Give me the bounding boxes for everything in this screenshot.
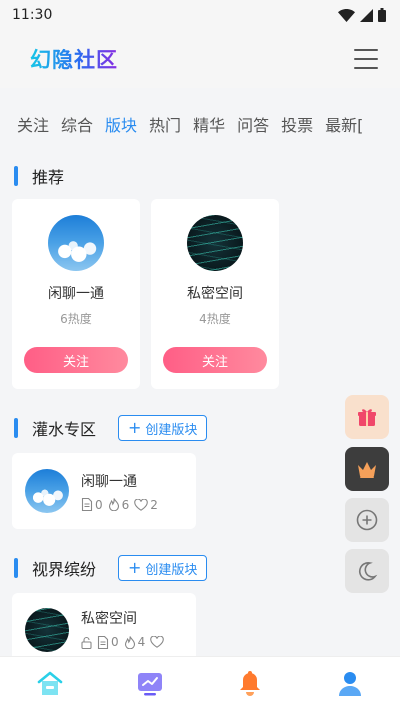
- section-bar: [14, 418, 18, 438]
- flame-icon: [108, 498, 119, 511]
- trend-icon: [138, 673, 162, 696]
- night-mode-button[interactable]: [345, 549, 389, 593]
- board-stats: 0 6 2: [81, 498, 158, 512]
- create-board-button[interactable]: + 创建版块: [118, 415, 208, 441]
- posts-stat: 0: [81, 498, 103, 512]
- menu-icon[interactable]: [354, 49, 378, 69]
- tab-hot[interactable]: 热门: [149, 112, 181, 148]
- board-card[interactable]: 私密空间 0 4: [12, 593, 196, 656]
- heart-icon: [134, 498, 149, 511]
- section-title: 视界缤纷: [32, 560, 97, 579]
- tab-vote[interactable]: 投票: [281, 112, 313, 148]
- sky-avatar-icon: [25, 469, 69, 513]
- board-heat: 4热度: [199, 312, 231, 326]
- document-icon: [81, 498, 93, 511]
- board-name: 闲聊一通: [48, 286, 104, 302]
- section-title: 推荐: [32, 168, 65, 187]
- user-icon: [339, 672, 361, 696]
- plus-circle-icon: [356, 509, 378, 531]
- board-info: 私密空间 0 4: [81, 608, 166, 649]
- dark-lines-avatar-icon: [187, 215, 243, 271]
- section-vision: 视界缤纷 + 创建版块: [14, 555, 208, 581]
- follow-button[interactable]: 关注: [24, 347, 128, 373]
- nav-trend[interactable]: [130, 664, 170, 704]
- tab-follow[interactable]: 关注: [17, 112, 49, 148]
- board-stats: 0 4: [81, 635, 166, 649]
- create-board-button[interactable]: + 创建版块: [118, 555, 208, 581]
- likes-stat: [150, 636, 166, 648]
- wifi-icon: [338, 8, 355, 22]
- crown-button[interactable]: [345, 447, 389, 491]
- crown-icon: [358, 462, 376, 478]
- lock-stat: [81, 636, 92, 649]
- document-icon: [97, 635, 109, 649]
- tab-qa[interactable]: 问答: [237, 112, 269, 148]
- dark-lines-avatar-icon: [25, 608, 69, 652]
- heart-icon: [150, 636, 165, 648]
- section-bar: [14, 166, 18, 186]
- nav-notifications[interactable]: [230, 664, 270, 704]
- flame-icon: [124, 635, 135, 649]
- status-bar: 11:30: [0, 0, 400, 30]
- board-name: 私密空间: [81, 611, 137, 627]
- lock-icon: [81, 636, 92, 649]
- board-name: 私密空间: [187, 286, 243, 302]
- section-bar: [14, 558, 18, 578]
- recommend-card[interactable]: 闲聊一通 6热度 关注: [12, 199, 140, 389]
- board-heat: 6热度: [60, 312, 92, 326]
- tab-featured[interactable]: 精华: [193, 112, 225, 148]
- battery-icon: [378, 8, 386, 22]
- brand-logo: 幻隐社区: [30, 44, 118, 74]
- category-tabs: 关注 综合 版块 热门 精华 问答 投票 最新[: [0, 112, 400, 148]
- tab-latest[interactable]: 最新[: [325, 112, 363, 148]
- board-card[interactable]: 闲聊一通 0 6 2: [12, 453, 196, 529]
- gift-button[interactable]: [345, 395, 389, 439]
- create-board-label: 创建版块: [145, 562, 198, 578]
- moon-icon: [358, 562, 378, 581]
- nav-home[interactable]: [30, 664, 70, 704]
- section-title: 灌水专区: [32, 420, 97, 439]
- section-recommend: 推荐: [14, 164, 64, 188]
- gift-icon: [358, 409, 376, 426]
- section-water: 灌水专区 + 创建版块: [14, 415, 208, 441]
- board-name: 闲聊一通: [81, 473, 137, 490]
- bell-icon: [240, 671, 260, 696]
- sky-avatar-icon: [48, 215, 104, 271]
- recommend-card[interactable]: 私密空间 4热度 关注: [151, 199, 279, 389]
- signal-icon: [360, 8, 373, 22]
- posts-stat: 0: [97, 635, 119, 649]
- bottom-nav: [0, 656, 400, 711]
- status-icons: [338, 8, 386, 22]
- tab-boards[interactable]: 版块: [105, 112, 137, 148]
- create-board-label: 创建版块: [145, 422, 198, 438]
- follow-button[interactable]: 关注: [163, 347, 267, 373]
- plus-icon: +: [128, 418, 142, 437]
- likes-stat: 2: [134, 498, 158, 512]
- add-button[interactable]: [345, 498, 389, 542]
- home-icon: [37, 671, 63, 695]
- nav-profile[interactable]: [330, 664, 370, 704]
- board-info: 闲聊一通 0 6 2: [81, 471, 158, 512]
- tab-general[interactable]: 综合: [61, 112, 93, 148]
- hot-stat: 6: [108, 498, 129, 512]
- hot-stat: 4: [124, 635, 145, 649]
- app-header: 幻隐社区: [0, 30, 400, 88]
- status-time: 11:30: [12, 7, 53, 23]
- plus-icon: +: [128, 558, 142, 577]
